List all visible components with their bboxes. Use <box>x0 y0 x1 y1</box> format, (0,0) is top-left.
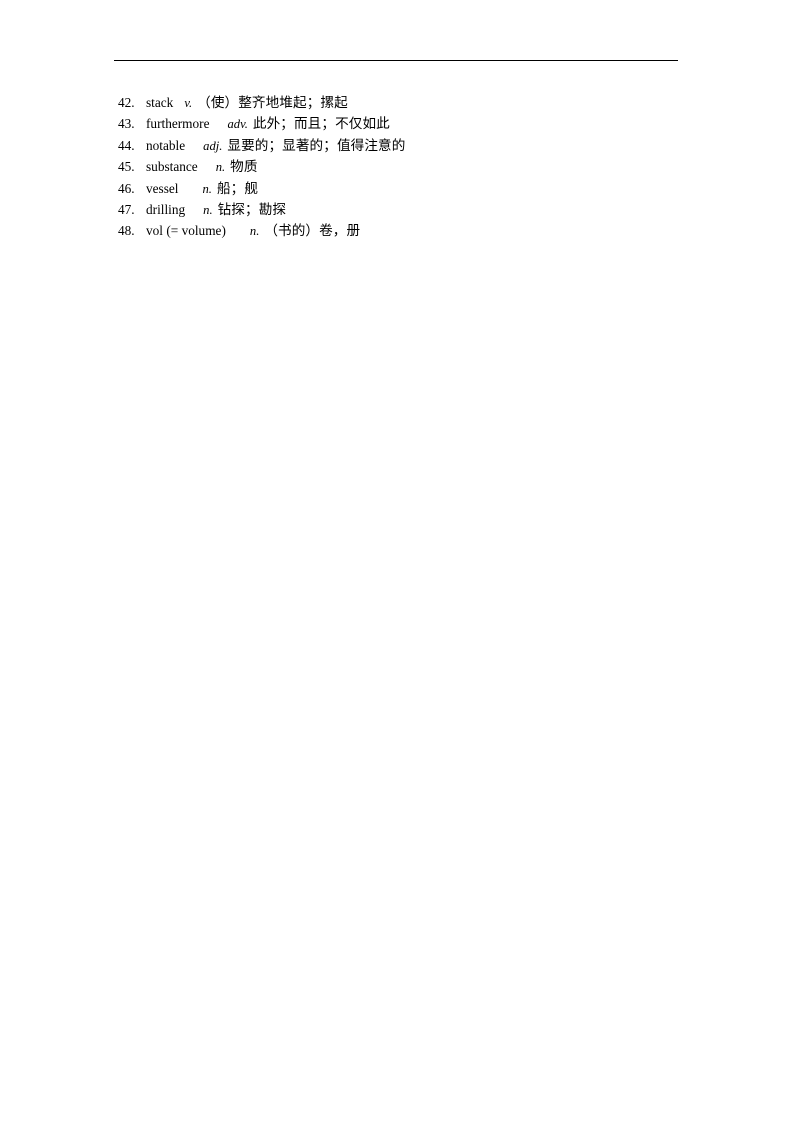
entry-number: 46. <box>118 180 135 196</box>
entry-word: vol (= volume) <box>146 223 226 239</box>
entry-part-of-speech: v. <box>184 96 193 110</box>
list-item: 48. vol (= volume) n. （书的）卷，册 <box>118 220 738 241</box>
entry-part-of-speech: adv. <box>227 117 248 132</box>
list-item: 46. vessel n. 船；舰 <box>118 178 738 199</box>
entry-number: 42. <box>118 95 135 110</box>
entry-definition: 船；舰 <box>216 180 259 197</box>
vocabulary-list: 42. stack v. （使）整齐地堆起；摞起 43. furthermore… <box>118 92 738 242</box>
entry-definition: 此外；而且；不仅如此 <box>252 116 390 133</box>
entry-definition: 显要的；显著的；值得注意的 <box>227 137 406 154</box>
entry-number: 45. <box>118 159 135 175</box>
entry-number: 43. <box>118 116 135 132</box>
list-item: 47. drilling n. 钻探；勘探 <box>118 199 738 220</box>
entry-definition: （使）整齐地堆起；摞起 <box>197 95 348 111</box>
entry-part-of-speech: n. <box>215 160 226 175</box>
list-item: 45. substance n. 物质 <box>118 156 738 177</box>
entry-part-of-speech: adj. <box>203 138 223 153</box>
entry-definition: 物质 <box>230 159 258 176</box>
entry-part-of-speech: n. <box>202 181 212 196</box>
entry-word: notable <box>146 137 186 153</box>
entry-word: stack <box>146 95 174 110</box>
entry-number: 47. <box>118 201 135 217</box>
entry-part-of-speech: n. <box>249 224 260 239</box>
list-item: 43. furthermore adv. 此外；而且；不仅如此 <box>118 113 738 134</box>
entry-definition: （书的）卷，册 <box>264 223 361 240</box>
document-page: 42. stack v. （使）整齐地堆起；摞起 43. furthermore… <box>0 0 794 1123</box>
entry-part-of-speech: n. <box>203 202 213 217</box>
header-divider-rule <box>114 60 678 61</box>
entry-word: vessel <box>146 180 179 196</box>
entry-definition: 钻探；勘探 <box>217 201 287 218</box>
list-item: 44. notable adj. 显要的；显著的；值得注意的 <box>118 135 738 156</box>
entry-number: 44. <box>118 137 135 153</box>
list-item: 42. stack v. （使）整齐地堆起；摞起 <box>118 92 738 113</box>
entry-word: substance <box>146 159 198 175</box>
entry-word: drilling <box>146 201 186 217</box>
entry-word: furthermore <box>146 116 210 132</box>
entry-number: 48. <box>118 223 135 239</box>
